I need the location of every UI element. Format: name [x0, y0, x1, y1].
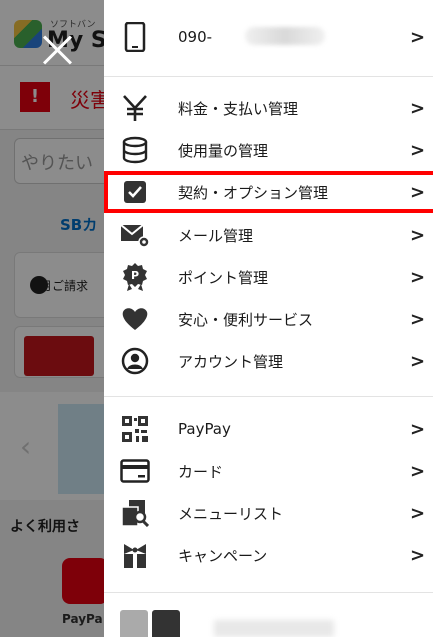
svg-text:P: P [131, 269, 139, 282]
heart-icon [120, 304, 150, 334]
chevron-right-icon: > [410, 26, 426, 48]
side-menu-drawer: 090- > 料金・支払い管理 > 使用量の管理 > 契約・オプション管理 > … [104, 0, 433, 637]
chevron-right-icon: > [410, 181, 426, 203]
divider [104, 592, 433, 593]
device-thumbnail [120, 610, 148, 637]
menu-item-label: アカウント管理 [178, 352, 284, 371]
chevron-right-icon: > [410, 224, 426, 246]
account-icon [120, 346, 150, 376]
chevron-right-icon: > [410, 544, 426, 566]
chevron-right-icon: > [410, 460, 426, 482]
chevron-right-icon: > [410, 139, 426, 161]
chevron-right-icon: > [410, 502, 426, 524]
menu-item-label: 契約・オプション管理 [178, 183, 329, 202]
menu-item-label: メール管理 [178, 226, 254, 245]
menu-item-points[interactable]: P ポイント管理 > [104, 256, 433, 298]
menu-item-mail[interactable]: メール管理 > [104, 214, 433, 256]
masked-phone-digits [245, 27, 325, 45]
chevron-right-icon: > [410, 308, 426, 330]
menu-item-card[interactable]: カード > [104, 450, 433, 492]
device-banner[interactable] [120, 610, 180, 637]
chevron-right-icon: > [410, 266, 426, 288]
menu-item-contract-options[interactable]: 契約・オプション管理 > [104, 171, 433, 213]
menu-item-account[interactable]: アカウント管理 > [104, 340, 433, 382]
menu-item-services[interactable]: 安心・便利サービス > [104, 298, 433, 340]
device-thumbnail [152, 610, 180, 637]
menu-item-campaign[interactable]: キャンペーン > [104, 534, 433, 576]
menu-item-label: メニューリスト [178, 504, 284, 523]
database-icon [120, 135, 150, 165]
mail-settings-icon [120, 220, 150, 250]
menu-item-label: カード [178, 462, 224, 481]
menu-item-label: 安心・便利サービス [178, 310, 314, 329]
chevron-right-icon: > [410, 97, 426, 119]
point-badge-icon: P [120, 262, 150, 292]
checkbox-icon [120, 177, 150, 207]
menu-item-label: キャンペーン [178, 546, 268, 565]
divider [104, 76, 433, 77]
menu-item-paypay[interactable]: PayPay > [104, 408, 433, 450]
menu-item-billing[interactable]: 料金・支払い管理 > [104, 87, 433, 129]
menu-item-usage[interactable]: 使用量の管理 > [104, 129, 433, 171]
yen-icon [120, 93, 150, 123]
smartphone-icon [120, 22, 150, 52]
menu-item-label: 料金・支払い管理 [178, 99, 299, 118]
chevron-right-icon: > [410, 418, 426, 440]
device-banner-text [214, 620, 334, 637]
menu-item-label: 使用量の管理 [178, 141, 269, 160]
menu-search-icon [120, 498, 150, 528]
divider [104, 396, 433, 397]
menu-item-menu-list[interactable]: メニューリスト > [104, 492, 433, 534]
chevron-right-icon: > [410, 350, 426, 372]
card-icon [120, 456, 150, 486]
menu-item-label: ポイント管理 [178, 268, 269, 287]
qr-code-icon [120, 414, 150, 444]
menu-item-label: PayPay [178, 420, 231, 438]
gift-icon [120, 540, 150, 570]
phone-number: 090- [178, 28, 213, 46]
close-icon[interactable] [40, 33, 74, 67]
